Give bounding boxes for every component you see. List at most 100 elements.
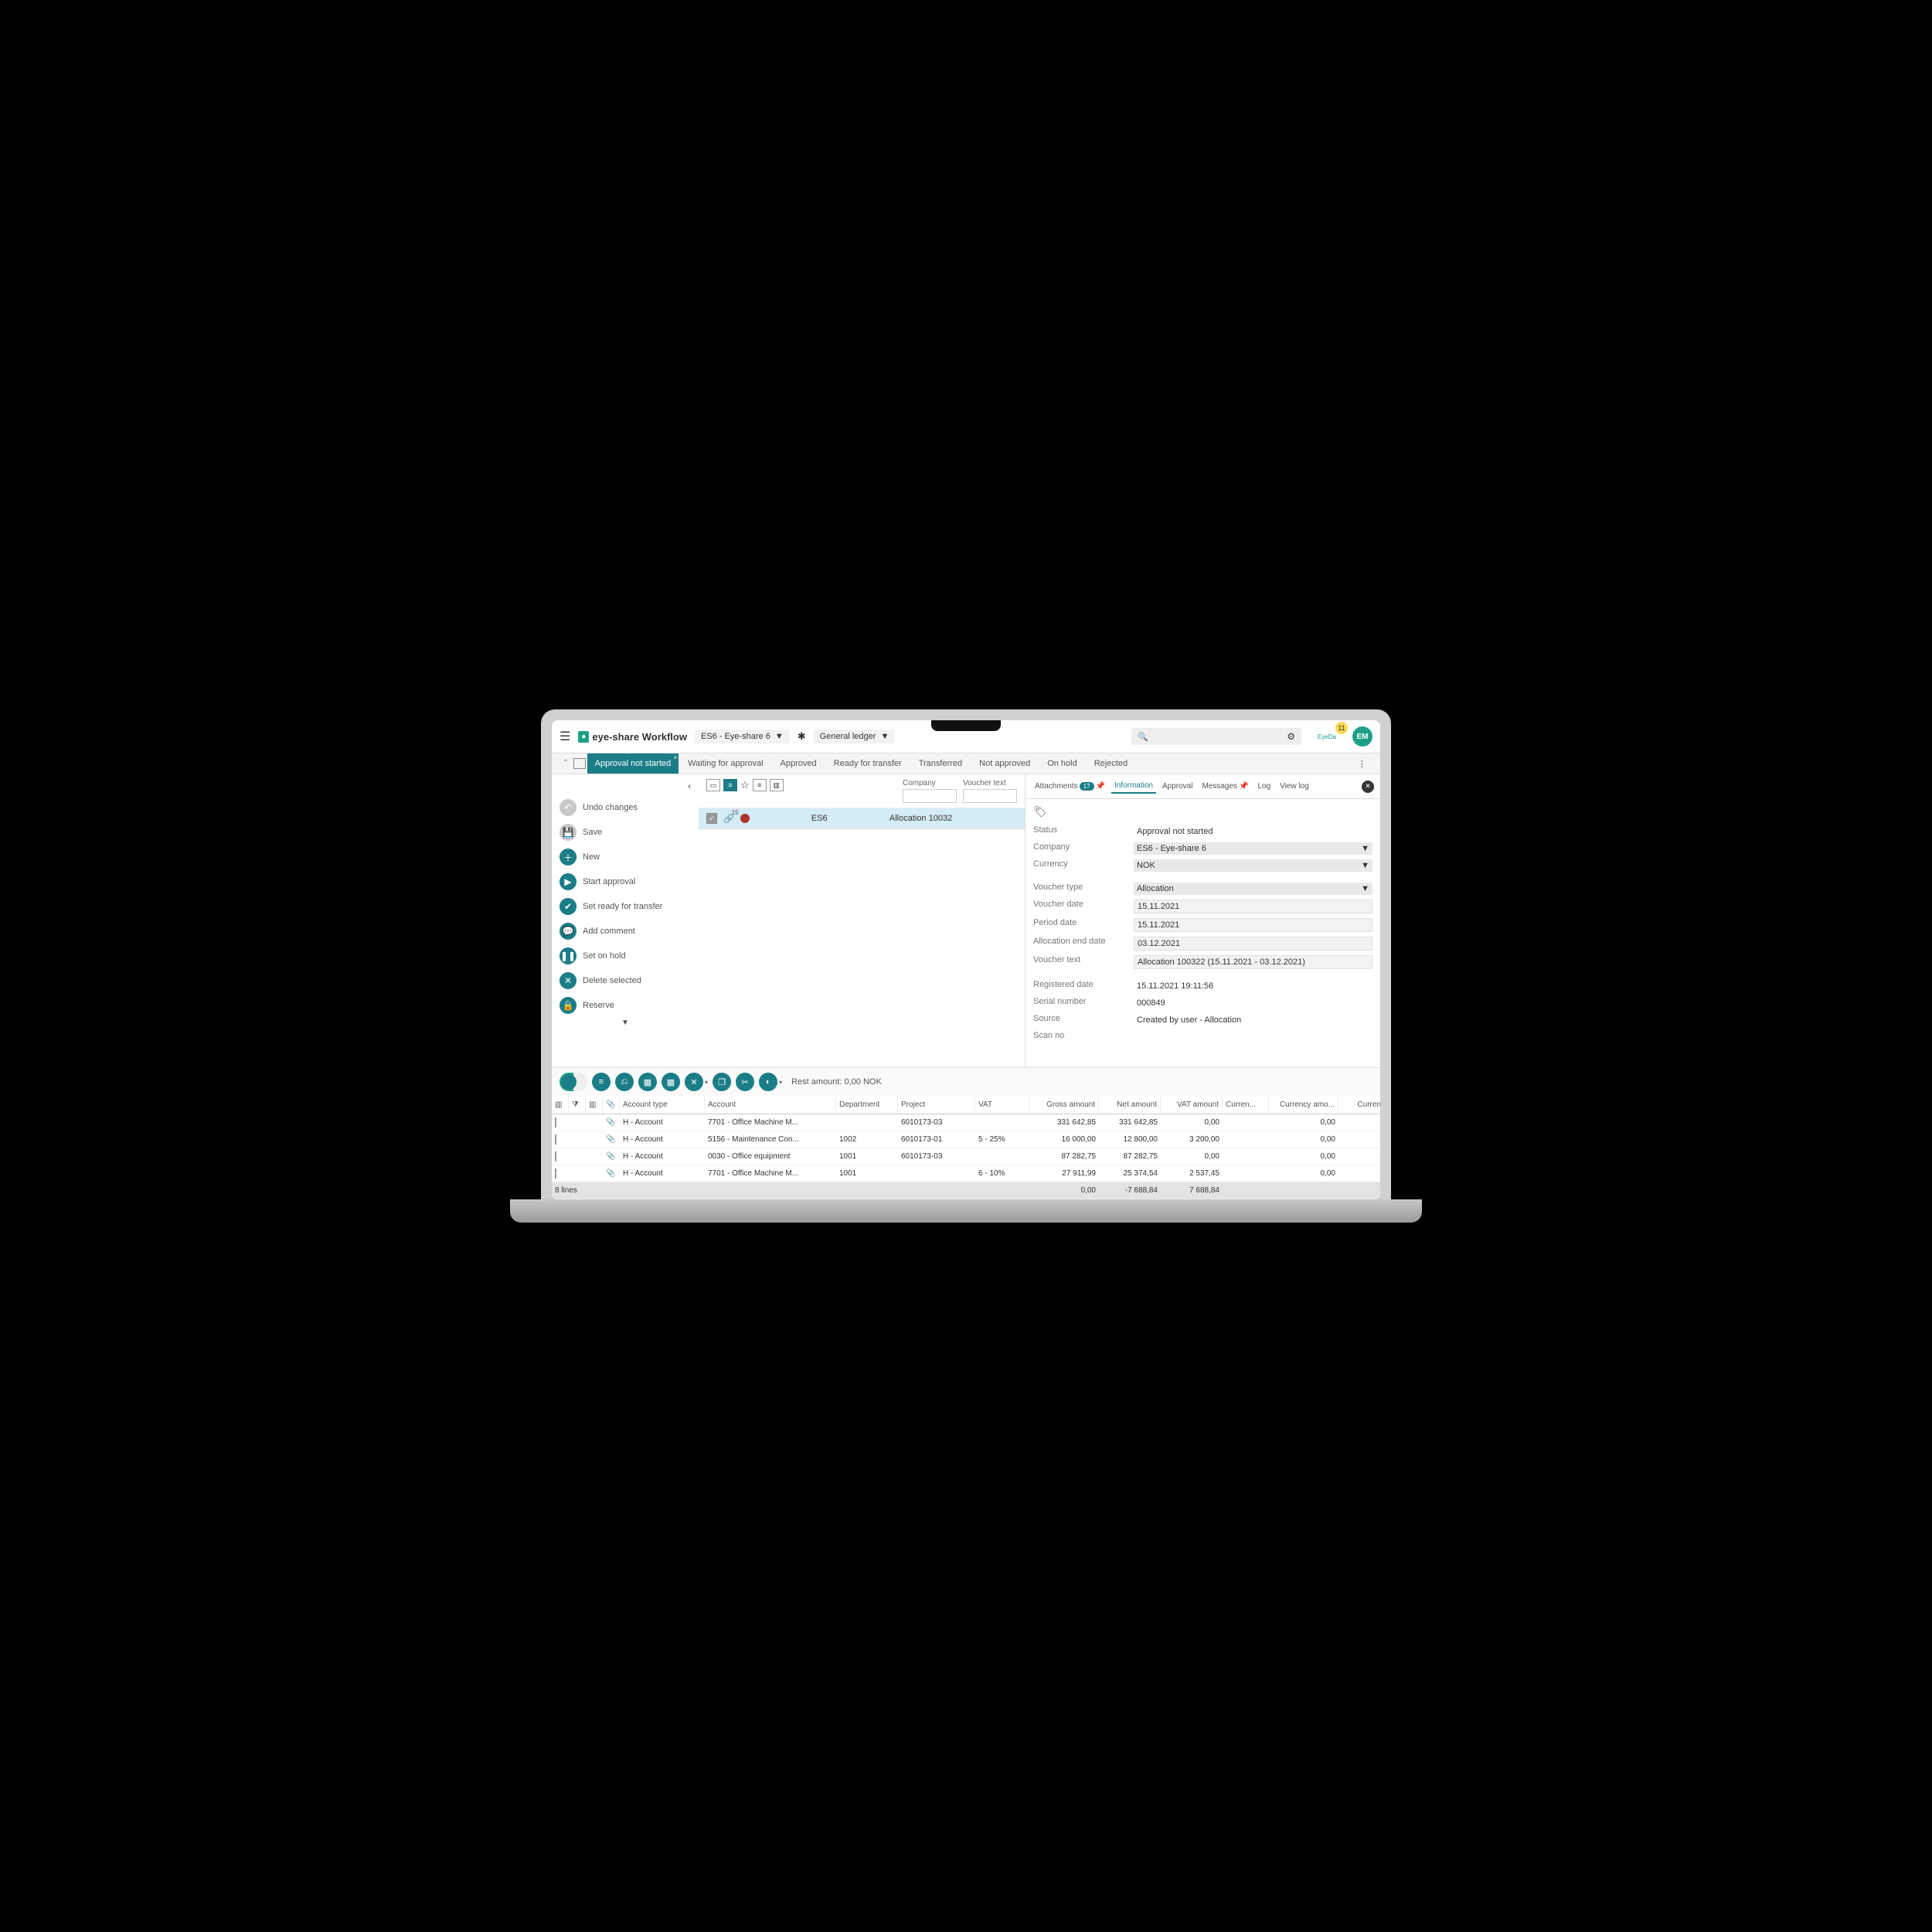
col-net[interactable]: Net amount [1099, 1096, 1161, 1114]
collapse-chevron-icon[interactable]: ˆ [560, 756, 572, 771]
col-layout-icon[interactable]: ▥ [586, 1096, 603, 1114]
info-voucher-date-field[interactable]: 15.11.2021 [1134, 900, 1372, 913]
notification-area[interactable]: EyeDa 11 [1309, 725, 1345, 748]
table-row[interactable]: 📎H - Account7701 - Office Machine M...60… [552, 1114, 1380, 1131]
view-mode-3-icon[interactable]: ≡ [753, 779, 767, 791]
tab-on-hold[interactable]: On hold [1039, 753, 1085, 774]
info-voucher-type-select[interactable]: Allocation▼ [1134, 883, 1372, 895]
table-row[interactable]: 📎H - Account5156 - Maintenance Con...100… [552, 1131, 1380, 1148]
line-checkbox[interactable] [555, 1134, 556, 1145]
footer-net: -7 688,84 [1099, 1182, 1161, 1199]
action-reserve[interactable]: 🔒Reserve [556, 994, 694, 1017]
filter-voucher-text-input[interactable] [963, 789, 1017, 803]
layout-icon[interactable] [573, 758, 586, 769]
info-company-select[interactable]: ES6 - Eye-share 6▼ [1134, 842, 1372, 855]
rp-tab-approval[interactable]: Approval [1159, 780, 1196, 793]
user-avatar[interactable]: EM [1352, 726, 1372, 747]
rp-tab-messages[interactable]: Messages 📌 [1199, 780, 1251, 793]
footer-gross: 0,00 [1029, 1182, 1099, 1199]
tool-btn-6[interactable]: ❐ [713, 1073, 731, 1091]
tab-transferred[interactable]: Transferred [911, 753, 970, 774]
col-vat[interactable]: VAT [975, 1096, 1029, 1114]
tab-not-approved[interactable]: Not approved [971, 753, 1038, 774]
tab-approval-not-started[interactable]: Approval not started× [587, 753, 679, 774]
filter-company-input[interactable] [903, 789, 957, 803]
tab-rejected[interactable]: Rejected [1087, 753, 1135, 774]
info-voucher-text-field[interactable]: Allocation 100322 (15.11.2021 - 03.12.20… [1134, 955, 1372, 969]
col-project[interactable]: Project [898, 1096, 975, 1114]
pin-icon: 📌 [1096, 782, 1105, 791]
app-logo: ● eye-share Workflow [578, 731, 687, 743]
tool-btn-8[interactable]: ◐ [759, 1073, 777, 1091]
col-vat-amount[interactable]: VAT amount [1161, 1096, 1223, 1114]
tool-btn-1[interactable]: ≡ [592, 1073, 611, 1091]
tool-btn-3[interactable]: ▦ [638, 1073, 657, 1091]
col-currency-rate[interactable]: Currency rate [1338, 1096, 1380, 1114]
action-undo[interactable]: ↶Undo changes [556, 796, 694, 819]
action-start-approval[interactable]: ▶Start approval [556, 870, 694, 893]
gear-icon[interactable]: ✱ [798, 730, 806, 743]
action-delete-selected[interactable]: ✕Delete selected [556, 969, 694, 992]
panel-close-icon[interactable]: ✕ [1362, 781, 1374, 793]
check-icon: ✔ [560, 898, 577, 915]
chevron-left-icon[interactable]: ‹ [688, 782, 691, 791]
action-set-ready[interactable]: ✔Set ready for transfer [556, 895, 694, 918]
attachment-icon[interactable]: 📎 [606, 1118, 615, 1127]
voucher-row[interactable]: ✓ 🔗15 ES6 Allocation 10032 [699, 808, 1025, 829]
info-currency-select[interactable]: NOK▼ [1134, 859, 1372, 872]
tool-btn-5[interactable]: ✕ [685, 1073, 703, 1091]
table-row[interactable]: 📎H - Account0030 - Office equipment10016… [552, 1148, 1380, 1165]
tool-btn-7[interactable]: ✂ [736, 1073, 754, 1091]
info-allocation-end-field[interactable]: 03.12.2021 [1134, 937, 1372, 951]
tool-btn-2[interactable]: ⎌ [615, 1073, 634, 1091]
notification-badge: 11 [1335, 722, 1348, 734]
line-checkbox[interactable] [555, 1117, 556, 1128]
tab-ready-for-transfer[interactable]: Ready for transfer [826, 753, 910, 774]
tab-approved[interactable]: Approved [773, 753, 825, 774]
view-mode-1-icon[interactable]: ▭ [706, 779, 720, 791]
tab-waiting-for-approval[interactable]: Waiting for approval [680, 753, 770, 774]
attachment-icon[interactable]: 📎 [606, 1152, 615, 1161]
col-attach-icon[interactable]: 📎 [603, 1096, 620, 1114]
action-set-on-hold[interactable]: ❚❚Set on hold [556, 944, 694, 968]
link-icon[interactable]: 🔗15 [723, 814, 734, 824]
toggle-button[interactable] [560, 1073, 587, 1091]
action-add-comment[interactable]: 💬Add comment [556, 920, 694, 943]
star-icon[interactable]: ☆ [740, 779, 750, 791]
col-currency[interactable]: Curren... [1223, 1096, 1269, 1114]
action-new[interactable]: ＋New [556, 845, 694, 869]
rp-tab-information[interactable]: Information [1111, 779, 1156, 794]
view-mode-4-icon[interactable]: ▥ [770, 779, 784, 791]
rp-tab-view-log[interactable]: View log [1277, 780, 1312, 793]
table-row[interactable]: 📎H - Account7701 - Office Machine M...10… [552, 1165, 1380, 1182]
line-checkbox[interactable] [555, 1168, 556, 1179]
rp-tab-log[interactable]: Log [1254, 780, 1274, 793]
search-settings-icon[interactable]: ⚙ [1287, 731, 1295, 742]
attachment-icon[interactable]: 📎 [606, 1169, 615, 1178]
tool-btn-4[interactable]: ▦ [662, 1073, 680, 1091]
more-actions-chevron-icon[interactable]: ▼ [556, 1019, 694, 1027]
close-icon[interactable]: × [673, 754, 677, 761]
attachment-icon[interactable]: 📎 [606, 1135, 615, 1144]
menu-icon[interactable]: ☰ [560, 729, 570, 744]
tag-icon[interactable]: 🏷 [1033, 805, 1372, 818]
col-account-type[interactable]: Account type [620, 1096, 705, 1114]
line-checkbox[interactable] [555, 1151, 556, 1162]
company-selector[interactable]: ES6 - Eye-share 6▼ [695, 730, 790, 743]
col-department[interactable]: Department [836, 1096, 898, 1114]
col-account[interactable]: Account [705, 1096, 836, 1114]
rp-tab-attachments[interactable]: Attachments17📌 [1032, 780, 1108, 793]
ledger-selector[interactable]: General ledger▼ [814, 730, 896, 743]
col-toggle-icon[interactable]: ▥ [552, 1096, 569, 1114]
filter-voucher-text-label: Voucher text [963, 779, 1017, 787]
kebab-menu-icon[interactable]: ⋮ [1352, 756, 1372, 772]
search-input[interactable]: 🔍 ⚙ [1131, 728, 1301, 745]
pin-icon: 📌 [1239, 782, 1248, 791]
view-mode-2-icon[interactable]: ≡ [723, 779, 737, 791]
info-period-date-field[interactable]: 15.11.2021 [1134, 918, 1372, 932]
col-currency-amount[interactable]: Currency amo... [1269, 1096, 1338, 1114]
row-checkbox[interactable]: ✓ [706, 813, 717, 824]
col-gross[interactable]: Gross amount [1029, 1096, 1099, 1114]
col-filter-icon[interactable]: ⧩ [569, 1096, 586, 1114]
action-save[interactable]: 💾Save [556, 821, 694, 844]
